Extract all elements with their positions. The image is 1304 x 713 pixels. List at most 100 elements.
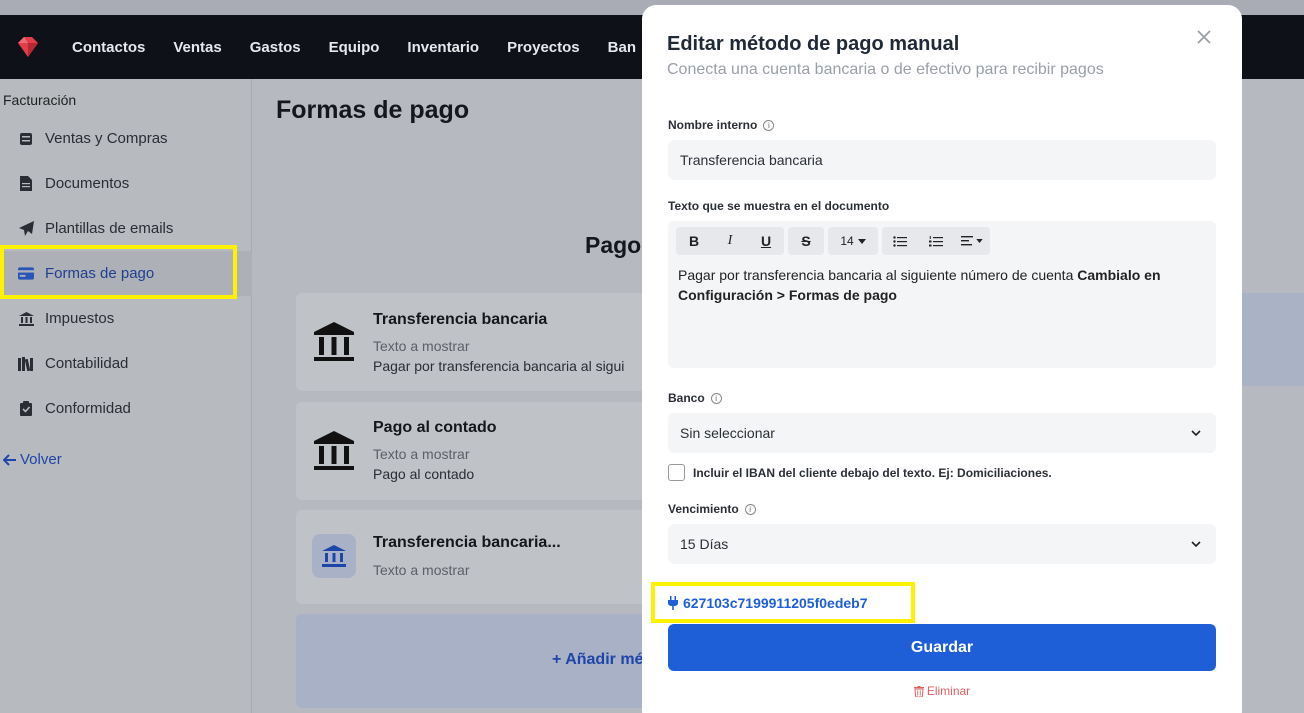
sidebar-item-contabilidad[interactable]: Contabilidad [0,341,252,386]
align-left-icon [961,236,973,246]
sidebar-item-ventas-compras[interactable]: Ventas y Compras [0,116,252,161]
arrow-left-icon [3,453,16,466]
underline-button[interactable]: U [748,227,784,255]
font-size-value: 14 [840,234,854,248]
sidebar: Facturación Ventas y Compras Documentos … [0,79,252,713]
sidebar-item-label: Conformidad [45,400,131,417]
editor-text-plain: Pagar por transferencia bancaria al sigu… [678,267,1078,283]
iban-checkbox-label[interactable]: Incluir el IBAN del cliente debajo del t… [693,466,1052,480]
numbered-list-button[interactable] [918,227,954,255]
card-label: Texto a mostrar [373,446,470,462]
bold-button[interactable]: B [676,227,712,255]
list-group [882,227,990,255]
nav-gastos[interactable]: Gastos [250,39,301,56]
document-text-label: Texto que se muestra en el documento [668,199,890,213]
due-select[interactable]: 15 Días [668,524,1216,564]
bank-label: Banco i [668,391,722,405]
sales-icon [18,131,34,147]
page-title: Formas de pago [276,96,470,124]
document-text-editor[interactable]: B I U S 14 Pagar por transferencia banca… [668,221,1216,368]
bank-icon [314,431,354,470]
payment-method-card[interactable]: Transferencia bancaria Texto a mostrar P… [296,293,656,391]
sidebar-item-label: Plantillas de emails [45,220,174,237]
due-label: Vencimiento i [668,502,756,516]
bank-icon [314,322,354,361]
nav-banca[interactable]: Ban [608,39,636,56]
chevron-down-icon [1191,430,1201,437]
bank-select[interactable]: Sin seleccionar [668,413,1216,453]
info-icon[interactable]: i [744,503,756,515]
save-button[interactable]: Guardar [668,624,1216,671]
due-select-value: 15 Días [680,536,729,552]
modal-title: Editar método de pago manual [667,33,960,55]
paper-plane-icon [18,221,34,237]
strikethrough-button[interactable]: S [788,227,824,255]
add-payment-method-button[interactable]: + Añadir mé [296,614,656,708]
payment-method-card[interactable]: Pago al contado Texto a mostrar Pago al … [296,402,656,500]
books-icon [18,356,34,372]
highlight-box [651,582,915,623]
editor-content[interactable]: Pagar por transferencia bancaria al sigu… [678,265,1206,305]
card-name: Transferencia bancaria [373,311,548,328]
add-label: + Añadir mé [552,651,644,668]
nav-ventas[interactable]: Ventas [173,39,221,56]
payment-method-card[interactable]: Transferencia bancaria... Texto a mostra… [296,510,656,604]
highlight-box [0,245,237,299]
caret-down-icon [857,238,866,244]
italic-button[interactable]: I [712,227,748,255]
brand-logo-icon[interactable] [14,33,42,61]
info-icon[interactable]: i [763,119,775,131]
nav-inventario[interactable]: Inventario [407,39,479,56]
sidebar-section-title: Facturación [3,92,77,108]
info-icon[interactable]: i [710,392,722,404]
caret-down-icon [976,239,983,243]
sidebar-item-label: Contabilidad [45,355,129,372]
back-link-label: Volver [20,451,62,468]
align-select[interactable] [954,227,990,255]
bank-icon [312,534,356,578]
strike-group: S [788,227,824,255]
background-panel [1240,293,1304,386]
internal-name-label-text: Nombre interno [668,118,758,132]
close-icon[interactable] [1194,27,1214,47]
chevron-down-icon [1191,541,1201,548]
delete-label: Eliminar [926,684,971,698]
modal-subtitle: Conecta una cuenta bancaria o de efectiv… [667,61,1104,78]
internal-name-value: Transferencia bancaria [680,152,823,168]
sidebar-item-conformidad[interactable]: Conformidad [0,386,252,431]
iban-checkbox[interactable] [668,464,685,481]
trash-icon [913,685,924,697]
card-name: Transferencia bancaria... [373,534,561,551]
internal-name-input[interactable]: Transferencia bancaria [668,140,1216,180]
nav-contactos[interactable]: Contactos [72,39,145,56]
card-label: Texto a mostrar [373,562,470,578]
sidebar-item-documentos[interactable]: Documentos [0,161,252,206]
bullet-list-button[interactable] [882,227,918,255]
format-group: B I U [676,227,784,255]
sidebar-item-label: Ventas y Compras [45,130,168,147]
font-size-group: 14 [828,227,878,255]
sidebar-item-label: Documentos [45,175,130,192]
document-icon [18,176,34,192]
card-text: Pago al contado [373,466,475,482]
bank-icon [18,311,34,327]
delete-button[interactable]: Eliminar [642,684,1242,698]
nav-equipo[interactable]: Equipo [329,39,380,56]
font-size-select[interactable]: 14 [828,227,878,255]
sidebar-item-label: Impuestos [45,310,115,327]
clipboard-check-icon [18,401,34,417]
bank-select-value: Sin seleccionar [680,425,775,441]
section-subtitle: Pago [585,232,642,258]
bullet-list-icon [893,235,907,247]
back-link[interactable]: Volver [3,451,62,468]
numbered-list-icon [929,235,943,246]
card-label: Texto a mostrar [373,338,470,354]
due-label-text: Vencimiento [668,502,739,516]
editor-toolbar: B I U S 14 [676,227,994,255]
card-name: Pago al contado [373,419,497,436]
bank-label-text: Banco [668,391,705,405]
card-text: Pagar por transferencia bancaria al sigu… [373,358,625,374]
nav-proyectos[interactable]: Proyectos [507,39,580,56]
internal-name-label: Nombre interno i [668,118,775,132]
sidebar-item-impuestos[interactable]: Impuestos [0,296,252,341]
